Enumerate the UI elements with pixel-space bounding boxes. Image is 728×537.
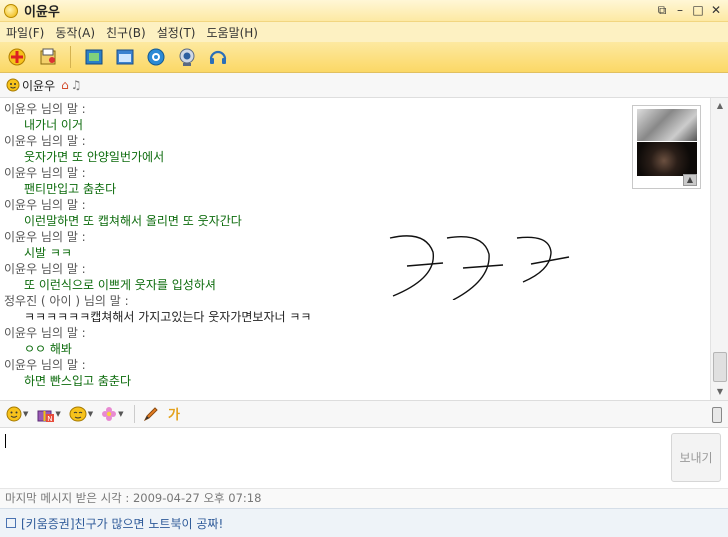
minimize-icon[interactable]: –	[674, 3, 686, 17]
ad-bullet-icon	[6, 518, 16, 528]
handwriting-button[interactable]	[143, 406, 159, 422]
menu-help[interactable]: 도움말(H)	[206, 24, 258, 41]
message-text: ㅇㅇ 해봐	[24, 342, 72, 356]
message-text: 이런말하면 또 캡쳐해서 올리면 또 웃자간다	[24, 214, 242, 228]
message-text: 하면 빤스입고 춤춘다	[24, 374, 131, 388]
message-sender: 이윤우 님의 말 :	[4, 198, 86, 212]
toolbar	[0, 42, 728, 73]
window-title: 이윤우	[24, 5, 60, 20]
messenger-logo-icon	[4, 3, 18, 18]
avatar-collapse-button[interactable]: ▲	[683, 174, 697, 186]
message-text: ㅋㅋㅋㅋㅋㅋ캡쳐해서 가지고있는다 웃자가면보자너 ㅋㅋ	[24, 310, 312, 324]
contact-name: 이윤우	[22, 78, 56, 93]
dropdown-arrow-icon: ▼	[55, 410, 61, 418]
file-send-icon[interactable]	[37, 46, 59, 68]
menu-action[interactable]: 동작(A)	[55, 24, 95, 41]
gift-button[interactable]: N ▼	[36, 406, 61, 422]
message-input[interactable]	[0, 428, 666, 488]
flash-con-button[interactable]: ▼	[69, 406, 93, 422]
svg-text:N: N	[48, 415, 53, 422]
last-message-status: 마지막 메시지 받은 시각 : 2009-04-27 오후 07:18	[0, 488, 728, 508]
menu-settings[interactable]: 설정(T)	[157, 24, 196, 41]
contact-avatar-panel: ▲	[632, 105, 701, 189]
emoticon-status-icon	[6, 78, 20, 92]
ad-banner[interactable]: [키움증권]친구가 많으면 노트북이 공짜!	[0, 508, 728, 537]
message-text: 또 이런식으로 이쁘게 웃자를 입성하셔	[24, 278, 216, 292]
message-sender: 정우진 ( 아이 ) 님의 말 :	[4, 294, 129, 308]
emoticon-button[interactable]: ▼	[6, 406, 28, 422]
message-sender: 이윤우 님의 말 :	[4, 262, 86, 276]
gift-icon: N	[37, 410, 55, 422]
chat-scrollbar[interactable]: ▲ ▼	[710, 98, 728, 400]
dropdown-arrow-icon: ▼	[23, 410, 29, 418]
message-sender: 이윤우 님의 말 :	[4, 358, 86, 372]
ad-link[interactable]: [키움증권]친구가 많으면 노트북이 공짜!	[21, 515, 223, 532]
close-icon[interactable]: ✕	[710, 3, 722, 17]
send-button[interactable]: 보내기	[671, 433, 721, 482]
message-sender: 이윤우 님의 말 :	[4, 230, 86, 244]
input-scroll-toggle[interactable]	[712, 407, 722, 423]
add-friend-icon[interactable]	[6, 46, 28, 68]
picture-icon[interactable]	[83, 46, 105, 68]
globe-icon[interactable]	[145, 46, 167, 68]
scrollbar-thumb[interactable]	[713, 352, 727, 382]
window-icon[interactable]	[114, 46, 136, 68]
toolbar-divider	[133, 405, 135, 423]
handwritten-doodle	[389, 235, 570, 300]
avatar-image-drawing	[637, 109, 697, 141]
font-icon: 가	[168, 408, 180, 422]
music-icon[interactable]: ♫	[71, 78, 82, 92]
menu-friends[interactable]: 친구(B)	[106, 24, 146, 41]
menu-bar: 파일(F) 동작(A) 친구(B) 설정(T) 도움말(H)	[0, 22, 728, 42]
svg-text:가: 가	[168, 408, 180, 422]
flower-icon	[102, 407, 117, 421]
message-sender: 이윤우 님의 말 :	[4, 326, 86, 340]
contact-info-bar: 이윤우 ⌂ ♫	[0, 73, 728, 98]
message-sender: 이윤우 님의 말 :	[4, 102, 86, 116]
face-emoticon-icon	[69, 406, 87, 422]
smiley-icon	[6, 406, 22, 422]
message-text: 내가너 이거	[24, 118, 84, 132]
avatar-image-photo	[637, 142, 697, 176]
chat-log: 이윤우 님의 말 : 내가너 이거 이윤우 님의 말 : 웃자가면 또 안양일번…	[0, 98, 710, 400]
toolbar-divider	[70, 46, 71, 68]
pen-icon	[143, 407, 158, 422]
dropdown-arrow-icon: ▼	[87, 410, 94, 418]
message-sender: 이윤우 님의 말 :	[4, 166, 86, 180]
message-text: 팬티만입고 춤춘다	[24, 182, 117, 196]
restore-down-icon[interactable]: ⧉	[656, 3, 668, 17]
input-toolbar: ▼ N ▼ ▼ ▼ 가	[0, 400, 728, 428]
home-icon[interactable]: ⌂	[61, 78, 69, 92]
window-controls: ⧉ – □ ✕	[656, 3, 722, 17]
message-text: 시발 ㅋㅋ	[24, 246, 72, 260]
message-sender: 이윤우 님의 말 :	[4, 134, 86, 148]
headset-icon[interactable]	[207, 46, 229, 68]
title-bar: 이윤우 ⧉ – □ ✕	[0, 0, 728, 22]
scroll-down-arrow-icon[interactable]: ▼	[714, 386, 726, 398]
menu-file[interactable]: 파일(F)	[6, 24, 44, 41]
text-cursor	[5, 434, 6, 448]
message-text: 웃자가면 또 안양일번가에서	[24, 150, 165, 164]
maximize-icon[interactable]: □	[692, 3, 704, 17]
dropdown-arrow-icon: ▼	[118, 410, 124, 418]
scroll-up-arrow-icon[interactable]: ▲	[714, 100, 726, 112]
webcam-icon[interactable]	[176, 46, 198, 68]
font-button[interactable]: 가	[167, 406, 183, 422]
background-button[interactable]: ▼	[101, 406, 124, 422]
